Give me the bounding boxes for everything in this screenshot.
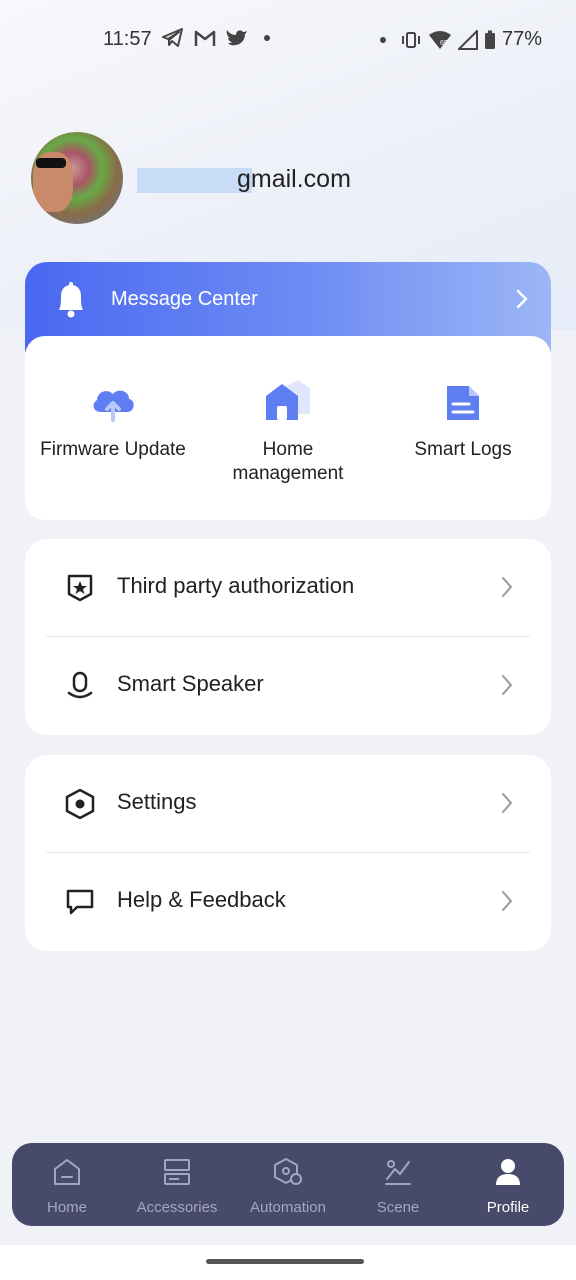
more-notifications-dot (264, 35, 270, 41)
profile-icon (496, 1159, 520, 1185)
settings-item[interactable]: Settings (25, 755, 551, 853)
notification-icons (162, 28, 270, 48)
document-icon (447, 386, 479, 420)
nav-scene[interactable]: Scene (343, 1155, 453, 1216)
nav-scene-label: Scene (376, 1199, 420, 1216)
chevron-right-icon (502, 675, 512, 695)
home-management-button[interactable]: Home management (203, 380, 373, 486)
gmail-icon (194, 30, 216, 46)
status-bar: 11:57 6E 77% (0, 0, 576, 80)
svg-text:6E: 6E (440, 40, 449, 47)
system-icons: 6E 77% (379, 28, 542, 51)
quick-actions-panel: Firmware Update Home management Smart Lo… (25, 336, 551, 520)
signal-icon (457, 29, 478, 50)
automation-icon (274, 1158, 302, 1185)
nav-profile-label: Profile (486, 1199, 530, 1216)
smart-speaker-label: Smart Speaker (117, 671, 264, 696)
chevron-right-icon (516, 289, 528, 309)
battery-icon (484, 30, 495, 49)
home-icon (266, 380, 310, 420)
nav-accessories[interactable]: Accessories (122, 1155, 232, 1216)
chevron-right-icon (502, 793, 512, 813)
chat-bubble-icon (66, 889, 94, 915)
message-center-title: Message Center (111, 288, 258, 310)
menu-card-app: Settings Help & Feedback (25, 755, 551, 951)
nav-home-label: Home (46, 1199, 87, 1216)
wifi-icon: 6E (428, 30, 451, 49)
nav-home[interactable]: Home (12, 1155, 122, 1216)
accessories-icon (164, 1159, 190, 1185)
vibrate-icon (401, 31, 420, 48)
battery-percent: 77% (501, 28, 542, 50)
status-time: 11:57 (103, 28, 152, 50)
firmware-update-button[interactable]: Firmware Update (28, 380, 198, 462)
bell-icon (59, 282, 83, 318)
email-domain: gmail.com (237, 165, 351, 193)
firmware-update-label: Firmware Update (40, 439, 186, 460)
account-email[interactable]: xxxxxxxxgmail.com (137, 165, 351, 194)
scene-icon (385, 1160, 411, 1185)
nav-automation[interactable]: Automation (233, 1155, 343, 1216)
chevron-right-icon (502, 891, 512, 911)
indicator-dot (379, 36, 386, 43)
hexagon-settings-icon (65, 789, 95, 819)
smart-logs-button[interactable]: Smart Logs (378, 380, 548, 462)
smart-speaker-item[interactable]: Smart Speaker (25, 637, 551, 735)
nav-automation-label: Automation (250, 1199, 326, 1216)
bottom-navigation: Home Accessories Automation Scene Profil… (12, 1143, 564, 1226)
third-party-authorization-item[interactable]: Third party authorization (25, 539, 551, 637)
nav-profile[interactable]: Profile (453, 1155, 563, 1216)
settings-label: Settings (117, 789, 197, 814)
avatar[interactable] (31, 132, 123, 224)
home-management-label: Home management (232, 439, 344, 484)
shield-star-icon (67, 574, 93, 602)
telegram-icon (162, 28, 183, 47)
nav-accessories-label: Accessories (136, 1199, 218, 1216)
avatar-glasses (36, 158, 66, 168)
third-party-authorization-label: Third party authorization (117, 573, 355, 598)
menu-card-integrations: Third party authorization Smart Speaker (25, 539, 551, 735)
twitter-icon (226, 30, 247, 46)
smart-logs-label: Smart Logs (414, 439, 512, 460)
home-outline-icon (54, 1159, 80, 1185)
microphone-icon (67, 671, 93, 699)
help-feedback-item[interactable]: Help & Feedback (25, 853, 551, 951)
chevron-right-icon (502, 577, 512, 597)
home-indicator[interactable] (206, 1259, 364, 1264)
cloud-upload-icon (93, 390, 134, 422)
help-feedback-label: Help & Feedback (117, 887, 286, 912)
